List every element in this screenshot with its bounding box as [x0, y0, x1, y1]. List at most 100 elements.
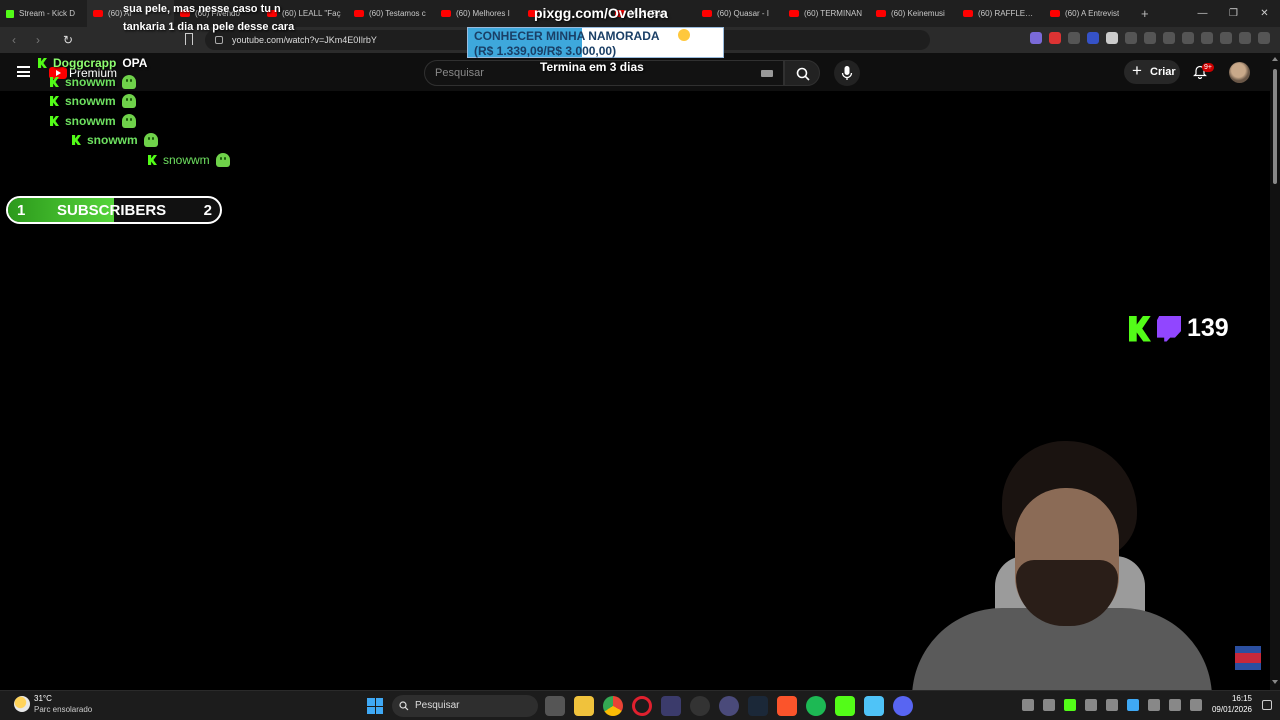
brave-icon[interactable] [777, 696, 797, 716]
kick-logo-icon [1129, 315, 1151, 342]
taskbar-search-label: Pesquisar [415, 700, 460, 711]
voice-search-button[interactable] [834, 60, 860, 86]
kick-icon[interactable] [835, 696, 855, 716]
weather-temperature[interactable]: 31°C [34, 694, 52, 703]
weather-icon[interactable] [14, 696, 30, 712]
microphone-icon[interactable] [1148, 699, 1160, 711]
kick-icon [72, 135, 81, 145]
back-icon[interactable]: ‹ [4, 33, 24, 47]
youtube-icon [441, 10, 451, 17]
microphone-icon [841, 66, 853, 80]
extension-icon[interactable] [1144, 32, 1156, 44]
browser-tab[interactable]: (60) TERMINAN [783, 0, 870, 27]
browser-tab[interactable]: (60) Testamos c [348, 0, 435, 27]
file-explorer-icon[interactable] [574, 696, 594, 716]
browser-tab[interactable]: (60) Quasar - I [696, 0, 783, 27]
wallet-icon[interactable] [1201, 32, 1213, 44]
steam-icon[interactable] [748, 696, 768, 716]
new-tab-icon[interactable]: + [1141, 6, 1149, 21]
clock-date[interactable]: 09/01/2026 [1212, 705, 1252, 714]
chat-username: snowwm [65, 94, 116, 108]
subscriber-goal-bar: 1 SUBSCRIBERS 2 [6, 196, 222, 224]
screen: Stream - Kick D (60) Ar (60) Fivendo (60) L… [0, 0, 1280, 720]
search-button[interactable] [784, 60, 820, 86]
windows-start-icon[interactable] [367, 698, 383, 714]
extension-icon[interactable] [1106, 32, 1118, 44]
clock-time[interactable]: 16:15 [1232, 694, 1252, 703]
tab-label: (60) A Entrevist [1065, 9, 1120, 18]
reload-icon[interactable]: ↻ [58, 33, 78, 47]
ghost-emote-icon [121, 94, 136, 108]
scroll-down-icon[interactable] [1272, 680, 1278, 684]
close-window-icon[interactable]: ✕ [1249, 0, 1280, 27]
media-icon[interactable] [1163, 32, 1175, 44]
kick-icon [38, 58, 47, 68]
maximize-icon[interactable]: ❐ [1218, 0, 1249, 27]
arrow-icon[interactable] [1106, 699, 1118, 711]
scroll-up-icon[interactable] [1272, 57, 1278, 61]
app-tray-icon[interactable] [1085, 699, 1097, 711]
browser-tab[interactable]: (60) RAFFLES D [957, 0, 1044, 27]
network-icon[interactable] [1169, 699, 1181, 711]
opera-icon[interactable] [632, 696, 652, 716]
app-icon[interactable] [719, 696, 739, 716]
volume-icon[interactable] [1190, 699, 1202, 711]
donation-goal-widget: CONHECER MINHA NAMORADA (R$ 1.339,09/R$ … [467, 27, 724, 58]
chrome-icon[interactable] [603, 696, 623, 716]
obs-icon[interactable] [690, 696, 710, 716]
sidebar-icon[interactable] [1182, 32, 1194, 44]
keyboard-icon[interactable] [761, 70, 773, 77]
taskbar-search[interactable]: Pesquisar [392, 695, 538, 717]
play-icon[interactable] [1064, 699, 1076, 711]
browser-tab[interactable]: (60) Keinemusi [870, 0, 957, 27]
tab-label: (60) TERMINAN [804, 9, 863, 18]
vpn-icon[interactable] [1239, 32, 1251, 44]
ghost-emote-icon [121, 75, 136, 89]
extension-icon[interactable] [1068, 32, 1080, 44]
subscriber-label: SUBSCRIBERS [57, 202, 167, 219]
chat-username: snowwm [87, 133, 138, 147]
goal-ends-label: Termina em 3 dias [540, 60, 644, 74]
chat-username: Doggcrapp [53, 56, 117, 70]
weather-description[interactable]: Parc ensolarado [34, 705, 92, 714]
sync-icon[interactable] [1043, 699, 1055, 711]
chevron-up-icon[interactable] [1022, 699, 1034, 711]
extension-icon[interactable] [1030, 32, 1042, 44]
youtube-icon [702, 10, 712, 17]
create-button[interactable]: Criar [1124, 59, 1180, 84]
kick-icon [6, 9, 14, 18]
browser-tab[interactable]: (60) A Entrevist [1044, 0, 1131, 27]
minimize-icon[interactable]: — [1187, 0, 1218, 27]
notification-center-icon[interactable] [1262, 700, 1272, 710]
youtube-icon [963, 10, 973, 17]
subscriber-current: 1 [17, 202, 26, 219]
tab-label: (60) Melhores I [456, 9, 510, 18]
url-text: youtube.com/watch?v=JKm4E0IlrbY [232, 35, 377, 45]
page-scrollbar[interactable] [1270, 53, 1280, 690]
forward-icon[interactable]: › [28, 33, 48, 47]
notepad-icon[interactable] [864, 696, 884, 716]
chat-line: snowwm [50, 114, 136, 128]
leo-icon[interactable] [1220, 32, 1232, 44]
youtube-icon [1050, 10, 1060, 17]
menu-icon[interactable] [1258, 32, 1270, 44]
task-view-icon[interactable] [545, 696, 565, 716]
extension-icon[interactable] [1049, 32, 1061, 44]
youtube-icon [354, 10, 364, 17]
chat-username: snowwm [65, 114, 116, 128]
kick-icon [50, 77, 59, 87]
hamburger-menu-icon[interactable] [17, 66, 30, 77]
discord-icon[interactable] [893, 696, 913, 716]
extension-icon[interactable] [1087, 32, 1099, 44]
youtube-icon [93, 10, 103, 17]
site-info-icon[interactable] [215, 36, 223, 44]
spotify-icon[interactable] [806, 696, 826, 716]
browser-tab[interactable]: (60) Melhores I [435, 0, 522, 27]
app-icon[interactable] [661, 696, 681, 716]
scrollbar-thumb[interactable] [1273, 69, 1277, 184]
kick-icon [50, 96, 59, 106]
avatar[interactable] [1229, 62, 1250, 83]
puzzle-icon[interactable] [1125, 32, 1137, 44]
bluetooth-icon[interactable] [1127, 699, 1139, 711]
browser-tab[interactable]: Stream - Kick D [0, 0, 87, 27]
